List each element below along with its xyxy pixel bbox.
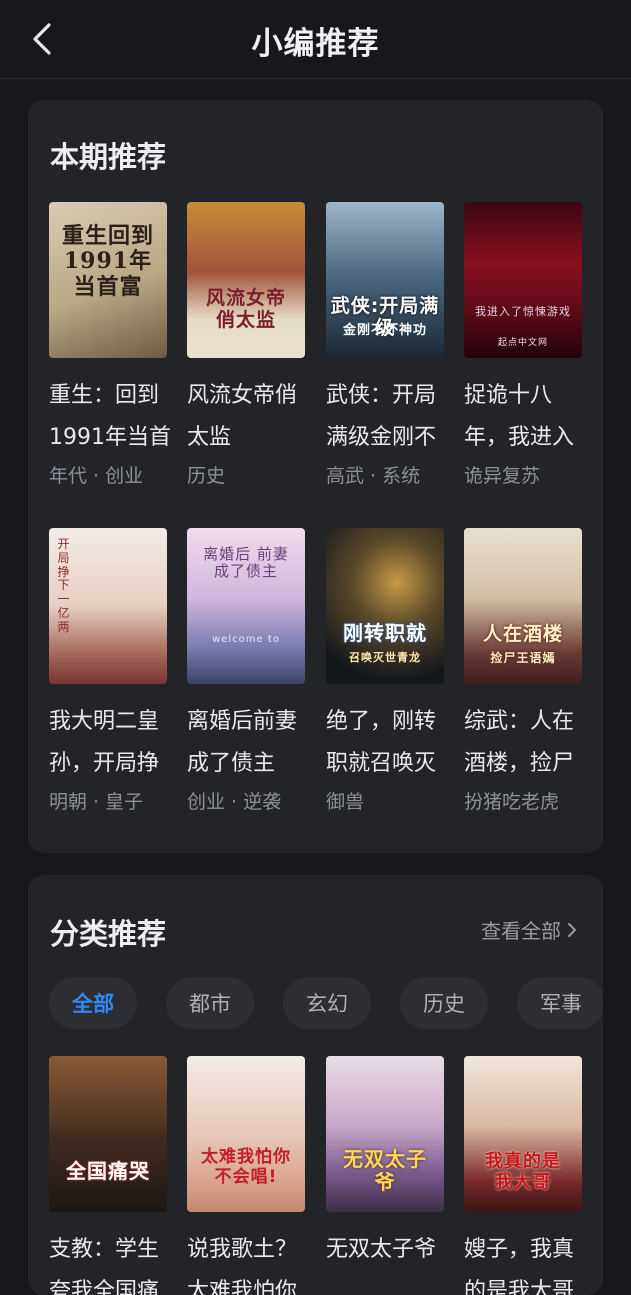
cover-text: 全国痛哭 <box>66 1159 150 1183</box>
cover-text: 太难我怕你不会唱! <box>201 1147 291 1187</box>
book-cover[interactable]: 刚转职就 召唤灭世青龙 <box>326 528 444 684</box>
cover-text: 人在酒楼 <box>482 623 563 645</box>
book-item[interactable]: 风流女帝俏太监 风流女帝俏太监 历史 <box>187 202 309 488</box>
cover-text: 离婚后 前妻成了债主 <box>203 545 289 581</box>
cover-text: 开局挣下一亿两 <box>57 537 71 634</box>
book-title[interactable]: 风流女帝俏太监 <box>187 375 309 459</box>
book-item[interactable]: 开局挣下一亿两 我大明二皇孙，开局挣一亿两 明朝 · 皇子 <box>49 528 171 814</box>
book-title[interactable]: 武侠：开局满级金刚不坏神功 <box>326 375 448 459</box>
category-chip-history[interactable]: 历史 <box>400 977 488 1029</box>
book-cover[interactable]: 风流女帝俏太监 <box>187 202 305 358</box>
book-tags: 御兽 <box>326 791 365 813</box>
book-item[interactable]: 全国痛哭 支教：学生夸我全国痛哭 <box>49 1056 171 1295</box>
book-title[interactable]: 无双太子爷 <box>326 1229 448 1295</box>
book-title[interactable]: 绝了，刚转职就召唤灭世青龙 <box>326 701 448 785</box>
cover-caption: 捡尸王语嫣 <box>490 651 556 665</box>
view-all-label: 查看全部 <box>481 919 561 943</box>
book-item[interactable]: 武侠:开局满级 金刚不坏神功 武侠：开局满级金刚不坏神功 高武 · 系统 <box>326 202 448 488</box>
book-title[interactable]: 我大明二皇孙，开局挣一亿两 <box>49 701 171 785</box>
category-section: 分类推荐 查看全部 全部 都市 玄幻 历史 军事 全国痛哭 支教：学生夸我全国痛… <box>28 875 603 1295</box>
cover-caption: 召唤灭世青龙 <box>349 651 421 664</box>
book-tags: 明朝 · 皇子 <box>49 791 144 813</box>
book-item[interactable]: 无双太子爷 无双太子爷 <box>326 1056 448 1295</box>
book-title[interactable]: 综武：人在酒楼，捡尸王语嫣 <box>464 701 586 785</box>
book-cover[interactable]: 无双太子爷 <box>326 1056 444 1212</box>
book-item[interactable]: 人在酒楼 捡尸王语嫣 综武：人在酒楼，捡尸王语嫣 扮猪吃老虎 <box>464 528 586 814</box>
book-item[interactable]: 重生回到1991年当首富 重生：回到1991年当首富 年代 · 创业 <box>49 202 171 488</box>
cover-text: 我真的是我大哥 <box>485 1151 561 1193</box>
book-item[interactable]: 太难我怕你不会唱! 说我歌土？太难我怕你不会唱！ <box>187 1056 309 1295</box>
cover-text: 风流女帝俏太监 <box>205 287 286 331</box>
cover-text: 刚转职就 <box>343 621 427 645</box>
book-cover[interactable]: 人在酒楼 捡尸王语嫣 <box>464 528 582 684</box>
book-title[interactable]: 嫂子，我真的是我大哥 <box>464 1229 586 1295</box>
book-title[interactable]: 说我歌土？太难我怕你不会唱！ <box>187 1229 309 1295</box>
cover-caption: 金刚不坏神功 <box>342 323 427 338</box>
section-title: 本期推荐 <box>50 140 167 174</box>
category-chip-military[interactable]: 军事 <box>517 977 603 1029</box>
featured-section: 本期推荐 重生回到1991年当首富 重生：回到1991年当首富 年代 · 创业 … <box>28 100 603 853</box>
category-chip-city[interactable]: 都市 <box>166 977 254 1029</box>
book-cover[interactable]: 我进入了惊悚游戏 起点中文网 <box>464 202 582 358</box>
category-chip-all[interactable]: 全部 <box>49 977 137 1029</box>
book-title[interactable]: 支教：学生夸我全国痛哭 <box>49 1229 171 1295</box>
book-item[interactable]: 我进入了惊悚游戏 起点中文网 捉诡十八年，我进入了惊悚游戏 诡异复苏 <box>464 202 586 488</box>
book-cover[interactable]: 离婚后 前妻成了债主 welcome to <box>187 528 305 684</box>
book-cover[interactable]: 重生回到1991年当首富 <box>49 202 167 358</box>
book-item[interactable]: 离婚后 前妻成了债主 welcome to 离婚后前妻成了债主 创业 · 逆袭 <box>187 528 309 814</box>
book-cover[interactable]: 开局挣下一亿两 <box>49 528 167 684</box>
book-title[interactable]: 离婚后前妻成了债主 <box>187 701 309 785</box>
book-tags: 扮猪吃老虎 <box>464 791 560 813</box>
book-tags: 创业 · 逆袭 <box>187 791 282 813</box>
book-item[interactable]: 我真的是我大哥 嫂子，我真的是我大哥 <box>464 1056 586 1295</box>
section-title: 分类推荐 <box>50 917 167 951</box>
category-chip-fantasy[interactable]: 玄幻 <box>283 977 371 1029</box>
cover-text: 我进入了惊悚游戏 <box>475 305 571 318</box>
book-item[interactable]: 刚转职就 召唤灭世青龙 绝了，刚转职就召唤灭世青龙 御兽 <box>326 528 448 814</box>
category-tabs: 全部 都市 玄幻 历史 军事 <box>49 977 603 1029</box>
book-tags: 历史 <box>187 465 226 487</box>
page-title: 小编推荐 <box>251 26 380 62</box>
cover-text: 无双太子爷 <box>343 1147 427 1194</box>
book-title[interactable]: 捉诡十八年，我进入了惊悚游戏 <box>464 375 586 459</box>
book-cover[interactable]: 全国痛哭 <box>49 1056 167 1212</box>
book-tags: 高武 · 系统 <box>326 465 421 487</box>
book-title[interactable]: 重生：回到1991年当首富 <box>49 375 171 459</box>
chevron-right-icon <box>568 922 576 937</box>
book-cover[interactable]: 太难我怕你不会唱! <box>187 1056 305 1212</box>
cover-caption: welcome to <box>212 634 280 645</box>
book-cover[interactable]: 武侠:开局满级 金刚不坏神功 <box>326 202 444 358</box>
book-tags: 诡异复苏 <box>464 465 541 487</box>
view-all-link[interactable]: 查看全部 <box>481 915 577 944</box>
cover-text: 重生回到1991年当首富 <box>61 223 154 300</box>
book-tags: 年代 · 创业 <box>49 465 144 487</box>
book-cover[interactable]: 我真的是我大哥 <box>464 1056 582 1212</box>
cover-caption: 起点中文网 <box>497 338 548 348</box>
top-bar: 小编推荐 <box>0 0 631 79</box>
